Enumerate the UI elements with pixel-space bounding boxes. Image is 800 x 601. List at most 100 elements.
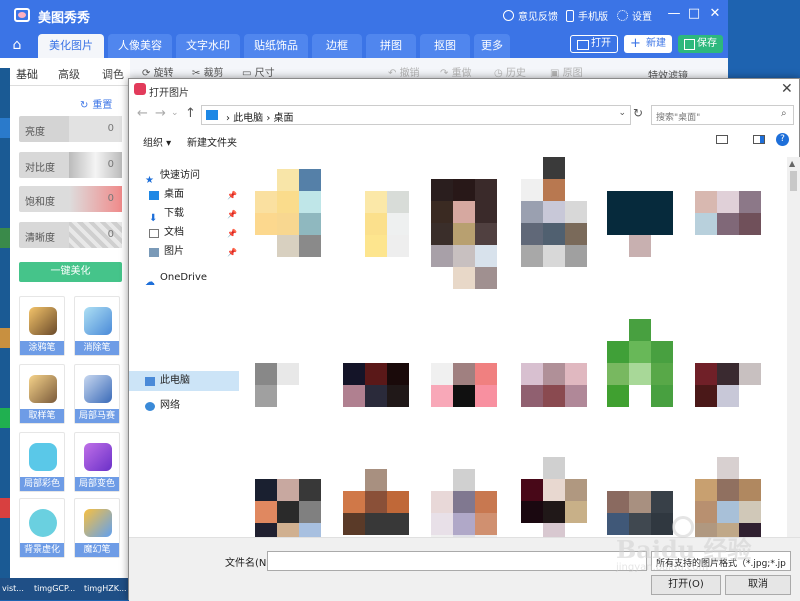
mobile-link[interactable]: 手机版 bbox=[566, 8, 608, 23]
rotate-tool[interactable]: ⟳ 旋转 bbox=[142, 64, 174, 79]
tab-stickers[interactable]: 贴纸饰品 bbox=[244, 34, 308, 58]
magic-pen-tool[interactable]: 魔幻笔 bbox=[74, 498, 120, 558]
nav-quick-access[interactable]: ★ 快速访问 bbox=[145, 167, 200, 186]
tab-collage[interactable]: 拼图 bbox=[366, 34, 416, 58]
history-tool[interactable]: ◷ 历史 bbox=[494, 64, 526, 79]
local-recolor-tool[interactable]: 局部变色笔 bbox=[74, 432, 120, 503]
image-thumbnail[interactable] bbox=[431, 469, 497, 537]
thumbnail-pixel bbox=[365, 363, 387, 385]
nav-documents[interactable]: 文档 bbox=[149, 224, 184, 242]
thumbnail-pixel bbox=[739, 385, 761, 407]
tab-more[interactable]: 更多 bbox=[474, 34, 510, 58]
close-button[interactable]: ✕ bbox=[707, 6, 723, 22]
nav-onedrive[interactable]: ☁ OneDrive bbox=[145, 269, 207, 288]
thumbnail-pixel bbox=[255, 235, 277, 257]
thumbnail-pixel bbox=[543, 223, 565, 245]
nav-desktop[interactable]: 桌面 bbox=[149, 186, 184, 204]
doodle-pen-tool[interactable]: 涂鸦笔 bbox=[19, 296, 65, 356]
scrollbar-thumb[interactable] bbox=[790, 171, 797, 191]
new-button[interactable]: 新建 bbox=[624, 35, 672, 53]
open-button[interactable]: 打开 bbox=[570, 35, 618, 53]
redo-tool[interactable]: ↷ 重做 bbox=[440, 64, 472, 79]
image-thumbnail[interactable] bbox=[255, 457, 321, 537]
help-icon[interactable]: ? bbox=[776, 133, 789, 146]
thumbnail-pixel bbox=[543, 523, 565, 537]
home-icon[interactable]: ⌂ bbox=[8, 36, 26, 54]
nav-downloads[interactable]: ⬇ 下载 bbox=[149, 205, 184, 224]
eraser-pen-tool[interactable]: 消除笔 bbox=[74, 296, 120, 356]
image-thumbnail[interactable] bbox=[343, 169, 409, 257]
thumbnail-pixel bbox=[739, 235, 761, 257]
dialog-close-button[interactable]: ✕ bbox=[781, 81, 793, 97]
new-folder-button[interactable]: 新建文件夹 bbox=[187, 134, 237, 149]
image-thumbnail[interactable] bbox=[521, 341, 587, 407]
image-thumbnail[interactable] bbox=[255, 341, 321, 407]
thumbnail-pixel bbox=[607, 469, 629, 491]
thumbnail-pixel bbox=[565, 341, 587, 363]
tab-basic[interactable]: 基础 bbox=[16, 66, 38, 82]
size-tool[interactable]: ▭ 尺寸 bbox=[242, 64, 275, 79]
tab-advanced[interactable]: 高级 bbox=[58, 66, 80, 82]
up-arrow-icon[interactable]: ↑ bbox=[185, 106, 196, 121]
tab-text-watermark[interactable]: 文字水印 bbox=[176, 34, 240, 58]
forward-arrow-icon[interactable]: → bbox=[155, 106, 166, 121]
image-thumbnail[interactable] bbox=[521, 457, 587, 537]
image-thumbnail[interactable] bbox=[343, 469, 409, 537]
refresh-icon[interactable]: ↻ bbox=[633, 106, 643, 120]
mosaic-tool[interactable]: 局部马赛克 bbox=[74, 364, 120, 435]
settings-link[interactable]: 设置 bbox=[617, 8, 652, 23]
image-thumbnail[interactable] bbox=[521, 157, 587, 267]
image-thumbnail[interactable] bbox=[695, 169, 761, 257]
sharpness-slider[interactable]: 清晰度 0 bbox=[19, 222, 122, 248]
local-color-tool[interactable]: 局部彩色笔 bbox=[19, 432, 65, 503]
tab-beautify[interactable]: 美化图片 bbox=[38, 34, 104, 58]
reset-button[interactable]: 重置 bbox=[80, 96, 112, 111]
back-arrow-icon[interactable]: ← bbox=[137, 106, 148, 121]
one-click-beautify-button[interactable]: 一键美化 bbox=[19, 262, 122, 282]
meitu-logo-icon bbox=[14, 8, 30, 22]
minimize-button[interactable]: — bbox=[666, 6, 682, 22]
search-icon[interactable]: ⌕ bbox=[781, 108, 796, 119]
image-thumbnail[interactable] bbox=[343, 341, 409, 407]
path-segment[interactable]: 此电脑 bbox=[233, 113, 263, 124]
thumbnail-pixel bbox=[255, 457, 277, 479]
image-thumbnail[interactable] bbox=[255, 169, 321, 257]
nav-this-pc[interactable]: 此电脑 bbox=[145, 372, 190, 390]
background-blur-tool[interactable]: 背景虚化 bbox=[19, 498, 65, 558]
image-thumbnail[interactable] bbox=[607, 319, 673, 407]
tab-color[interactable]: 调色 bbox=[102, 66, 124, 82]
view-options-icon[interactable] bbox=[716, 135, 728, 144]
saturation-value: 0 bbox=[107, 193, 114, 204]
maximize-button[interactable]: □ bbox=[686, 6, 702, 22]
recent-dropdown-icon[interactable]: ⌄ bbox=[171, 108, 179, 118]
nav-network[interactable]: 网络 bbox=[145, 397, 180, 415]
path-segment[interactable]: 桌面 bbox=[274, 113, 294, 124]
vertical-scrollbar[interactable]: ▲ bbox=[787, 157, 800, 537]
image-thumbnail[interactable] bbox=[695, 341, 761, 407]
undo-tool[interactable]: ↶ 撤销 bbox=[388, 64, 420, 79]
tab-frames[interactable]: 边框 bbox=[312, 34, 362, 58]
crop-tool[interactable]: ✂ 裁剪 bbox=[192, 64, 224, 79]
nav-pictures[interactable]: 图片 bbox=[149, 243, 184, 261]
saturation-slider[interactable]: 饱和度 0 bbox=[19, 186, 122, 212]
contrast-slider[interactable]: 对比度 0 bbox=[19, 152, 122, 178]
image-thumbnail[interactable] bbox=[431, 157, 497, 289]
filename-input[interactable] bbox=[267, 551, 647, 571]
scroll-up-icon[interactable]: ▲ bbox=[789, 159, 795, 168]
image-thumbnail[interactable] bbox=[607, 169, 673, 257]
sample-pen-tool[interactable]: 取样笔 bbox=[19, 364, 65, 424]
organize-menu[interactable]: 组织 ▾ bbox=[143, 134, 171, 149]
thumbnail-pixel bbox=[453, 469, 475, 491]
image-thumbnail[interactable] bbox=[431, 341, 497, 407]
preview-pane-icon[interactable] bbox=[753, 135, 765, 144]
brightness-slider[interactable]: 亮度 0 bbox=[19, 116, 122, 142]
feedback-link[interactable]: 意见反馈 bbox=[503, 8, 558, 23]
address-dropdown-icon[interactable]: ⌄ bbox=[618, 108, 626, 118]
address-bar[interactable]: › 此电脑 › 桌面 ⌄ bbox=[201, 105, 631, 125]
tab-cutout[interactable]: 抠图 bbox=[420, 34, 470, 58]
save-button[interactable]: 保存 bbox=[678, 35, 723, 53]
thumbnail-pixel bbox=[431, 179, 453, 201]
search-input[interactable]: 搜索"桌面" bbox=[651, 105, 794, 125]
tab-portrait[interactable]: 人像美容 bbox=[108, 34, 172, 58]
original-tool[interactable]: ▣ 原图 bbox=[550, 64, 583, 79]
